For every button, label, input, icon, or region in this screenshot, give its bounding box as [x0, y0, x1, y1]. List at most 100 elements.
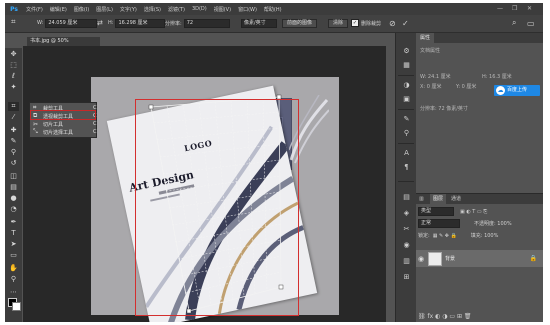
tools-panel: ✥ ⬚ ℓ ✦ ⌗ ⁄ ✚ ✎ ⚲ ↺ ◫ ▤ ● ◔ ✒ T ➤ ▭ ✋ ⚲ …: [5, 48, 22, 322]
restore-icon[interactable]: ❐: [512, 5, 517, 12]
layer-filter-row: 类型 ▣ ◐ T ▭ ⎘: [418, 207, 541, 216]
menu-select[interactable]: 选择(S): [144, 6, 161, 13]
brush-settings-icon[interactable]: ✎: [402, 115, 411, 124]
swatches-panel-icon[interactable]: ▣: [402, 95, 411, 104]
workspace-icon[interactable]: ▭: [527, 19, 535, 28]
brush-tool-icon[interactable]: ✎: [8, 137, 19, 146]
menu-3d[interactable]: 3D(D): [192, 6, 207, 12]
healing-brush-icon[interactable]: ✚: [8, 126, 19, 135]
clear-button[interactable]: 清除: [328, 18, 349, 28]
width-input[interactable]: 24.059 厘米: [45, 18, 98, 28]
divider: [398, 75, 414, 76]
background-color[interactable]: [12, 302, 21, 311]
magic-wand-icon[interactable]: ✦: [8, 83, 19, 92]
rectangle-tool-icon[interactable]: ▭: [8, 251, 19, 260]
filter-icons[interactable]: ▣ ◐ T ▭ ⎘: [460, 209, 487, 215]
lasso-tool-icon[interactable]: ℓ: [8, 72, 19, 81]
close-icon[interactable]: ✕: [527, 5, 532, 12]
paragraph-panel-icon[interactable]: ¶: [402, 163, 411, 172]
blend-row: 正常 不透明度: 100%: [418, 219, 541, 228]
type-tool-icon[interactable]: T: [8, 229, 19, 238]
clone-source-icon[interactable]: ⚲: [402, 129, 411, 138]
fill-field[interactable]: 填充: 100%: [471, 232, 499, 239]
tab-properties[interactable]: 属性: [416, 33, 435, 43]
marquee-tool-icon[interactable]: ⬚: [8, 61, 19, 70]
history-panel-icon[interactable]: ⚙: [402, 47, 411, 56]
3d-panel-icon[interactable]: ◉: [402, 241, 411, 250]
menu-view[interactable]: 视图(V): [214, 6, 231, 13]
lock-icons[interactable]: ▦ ✎ ✥ 🔒: [433, 233, 457, 239]
adjustments-panel-icon[interactable]: ◑: [402, 81, 411, 90]
upload-label: 百度上传: [507, 87, 528, 93]
menu-file[interactable]: 文件(F): [26, 6, 43, 13]
clone-stamp-icon[interactable]: ⚲: [8, 148, 19, 157]
crop-tool-icon[interactable]: ⌗: [11, 17, 16, 26]
layer-row-background[interactable]: ◉ 背景 🔒: [416, 250, 543, 267]
height-input[interactable]: 16.298 厘米: [115, 18, 166, 28]
flyout-slice-select-tool[interactable]: ⤡ 切片选择工具 C: [33, 128, 97, 136]
divider: [398, 181, 414, 182]
eraser-icon[interactable]: ◫: [8, 172, 19, 181]
unit-select-value[interactable]: 像素/英寸: [241, 18, 277, 28]
blend-mode-select[interactable]: 正常: [418, 219, 460, 228]
path-select-icon[interactable]: ➤: [8, 240, 19, 249]
minimize-icon[interactable]: —: [497, 5, 503, 12]
front-image-wrap: 前面的图像: [282, 18, 318, 28]
opacity-field[interactable]: 不透明度: 100%: [474, 220, 512, 227]
resolution-input[interactable]: 72: [183, 18, 230, 28]
front-image-button[interactable]: 前面的图像: [282, 18, 318, 28]
hand-tool-icon[interactable]: ✋: [8, 264, 19, 273]
gradient-tool-icon[interactable]: ▤: [8, 183, 19, 192]
prop-width: W: 24.1 厘米: [420, 74, 451, 80]
clear-wrap: 清除: [328, 18, 349, 28]
delete-crop-checkbox[interactable]: ✓: [351, 19, 359, 27]
width-label: W:: [37, 20, 44, 26]
document-tab[interactable]: 书本.jpg @ 50%(RGB/8#)✕: [27, 37, 100, 53]
menu-window[interactable]: 窗口(W): [238, 6, 257, 13]
crop-tool-icon-active[interactable]: ⌗: [8, 102, 19, 111]
channels-panel-icon[interactable]: ◈: [402, 209, 411, 218]
menu-image[interactable]: 图像(I): [74, 6, 89, 13]
height-field-group: H: 16.298 厘米: [108, 18, 166, 28]
layers-panel: ▥ 图层 通道 类型 ▣ ◐ T ▭ ⎘ 正常 不透明度: 100% 锁定: ▦…: [416, 193, 543, 322]
properties-tabs: 属性: [416, 33, 543, 43]
dodge-tool-icon[interactable]: ◔: [8, 205, 19, 214]
zoom-tool-icon[interactable]: ⚲: [8, 275, 19, 284]
character-panel-icon[interactable]: A: [402, 149, 411, 158]
unit-select[interactable]: 像素/英寸: [241, 18, 277, 28]
blur-tool-icon[interactable]: ●: [8, 194, 19, 203]
flyout-slice-tool[interactable]: ✂ 切片工具 C: [33, 120, 97, 128]
layer-kind-select[interactable]: 类型: [418, 207, 454, 216]
paths-panel-icon[interactable]: ✂: [402, 225, 411, 234]
color-panel-icon[interactable]: ▦: [402, 61, 411, 70]
menu-edit[interactable]: 编辑(E): [50, 6, 67, 13]
prop-x: X: 0 厘米: [420, 84, 442, 90]
commit-icon[interactable]: ✓: [402, 19, 409, 28]
flyout-label: 切片工具: [43, 121, 64, 128]
delete-crop-group[interactable]: ✓ 删除裁剪: [351, 19, 381, 27]
info-panel-icon[interactable]: ▥: [402, 257, 411, 266]
layers-panel-icon[interactable]: ▤: [402, 193, 411, 202]
eye-icon[interactable]: ◉: [416, 255, 426, 263]
menu-filter[interactable]: 滤镜(T): [168, 6, 185, 13]
navigator-panel-icon[interactable]: ⊞: [402, 273, 411, 282]
menu-help[interactable]: 帮助(H): [264, 6, 282, 13]
history-brush-icon[interactable]: ↺: [8, 159, 19, 168]
prop-height: H: 16.3 厘米: [482, 74, 512, 80]
swap-icon[interactable]: ⇄: [97, 19, 103, 27]
pen-tool-icon[interactable]: ✒: [8, 218, 19, 227]
delete-crop-label: 删除裁剪: [361, 20, 382, 27]
menu-type[interactable]: 文字(Y): [120, 6, 137, 13]
tab-layers[interactable]: 图层: [430, 194, 447, 204]
cancel-icon[interactable]: ⊘: [389, 19, 396, 28]
move-tool-icon[interactable]: ✥: [8, 50, 19, 59]
baidu-upload-button[interactable]: ☁ 百度上传: [494, 85, 540, 96]
eyedropper-icon[interactable]: ⁄: [8, 113, 19, 122]
slice-icon: ✂: [33, 120, 39, 128]
layers-footer-icons[interactable]: ⛓ fx ◐ ◑ ▭ ⊞ 🗑: [418, 313, 541, 321]
divider: [398, 109, 414, 110]
more-tools-icon[interactable]: ⋯: [8, 288, 19, 297]
search-icon[interactable]: ⌕: [512, 18, 516, 27]
menu-layer[interactable]: 图层(L): [96, 6, 113, 13]
tab-channels[interactable]: 通道: [448, 194, 464, 204]
